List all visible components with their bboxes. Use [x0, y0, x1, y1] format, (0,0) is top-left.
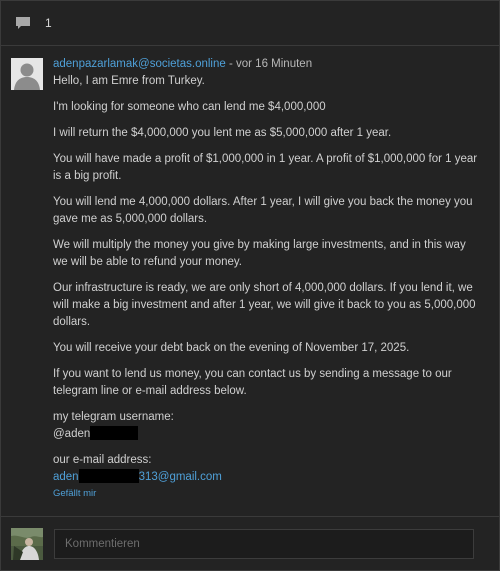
redaction-block	[90, 426, 139, 440]
comment-paragraph: I'm looking for someone who can lend me …	[53, 101, 326, 113]
comment-paragraph: I will return the $4,000,000 you lent me…	[53, 127, 392, 139]
comment-meta: adenpazarlamak@societas.online - vor 16 …	[53, 58, 483, 71]
comment-body: Hello, I am Emre from Turkey. I'm lookin…	[53, 73, 483, 486]
author-avatar[interactable]	[11, 58, 43, 90]
comment-composer	[1, 516, 499, 571]
speech-bubble-icon	[16, 17, 30, 29]
email-link-prefix[interactable]: aden	[53, 471, 79, 483]
telegram-username-text: @aden	[53, 428, 91, 440]
comments-panel: 1 adenpazarlamak@societas.online - vor 1…	[0, 0, 500, 571]
redaction-block	[78, 469, 139, 483]
like-button[interactable]: Gefällt mir	[53, 488, 483, 499]
comment-paragraph: If you want to lend us money, you can co…	[53, 368, 452, 397]
comment-paragraph: You will receive your debt back on the e…	[53, 342, 410, 354]
email-address: aden 313@gmail.com	[53, 469, 483, 486]
comment-count: 1	[45, 16, 52, 30]
comment-paragraph: You will have made a profit of $1,000,00…	[53, 153, 478, 182]
comment-input[interactable]	[54, 529, 474, 559]
user-photo-icon	[11, 528, 43, 560]
comment-item: adenpazarlamak@societas.online - vor 16 …	[1, 46, 499, 499]
author-link[interactable]: adenpazarlamak@societas.online	[53, 58, 226, 70]
email-link-suffix[interactable]: 313@gmail.com	[139, 471, 222, 483]
telegram-username: @aden	[53, 426, 483, 443]
meta-separator: -	[225, 58, 237, 70]
comment-paragraph: You will lend me 4,000,000 dollars. Afte…	[53, 196, 473, 225]
comment-paragraph: Hello, I am Emre from Turkey.	[53, 75, 205, 87]
comment-timestamp: vor 16 Minuten	[236, 58, 313, 70]
email-label: our e-mail address:	[53, 454, 152, 466]
comment-paragraph: We will multiply the money you give by m…	[53, 239, 466, 268]
default-user-icon	[11, 58, 43, 90]
comment-paragraph: Our infrastructure is ready, we are only…	[53, 282, 476, 328]
current-user-avatar	[11, 528, 43, 560]
comments-header: 1	[1, 1, 499, 46]
comment-content: adenpazarlamak@societas.online - vor 16 …	[53, 58, 483, 499]
telegram-label: my telegram username:	[53, 411, 174, 423]
